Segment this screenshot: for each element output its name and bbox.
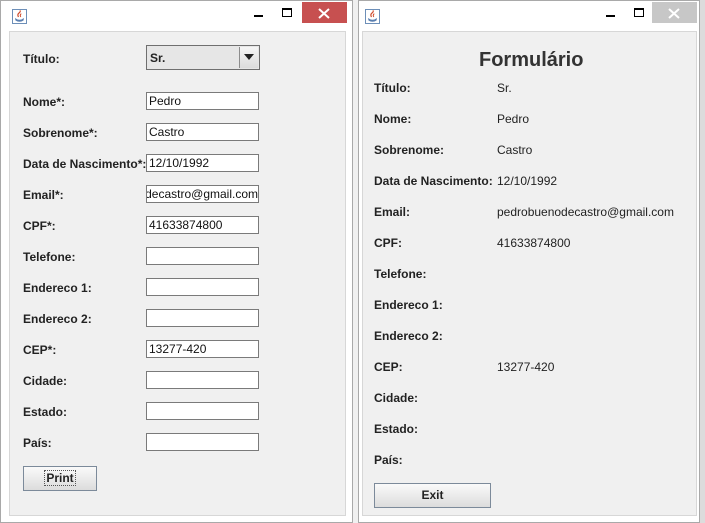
minimize-icon [606, 15, 615, 17]
out-cep-value: 13277-420 [497, 360, 555, 374]
print-button-label: Print [44, 470, 76, 486]
sobrenome-label: Sobrenome*: [23, 126, 98, 140]
out-estado-label: Estado: [374, 422, 419, 436]
out-email-label: Email: [374, 205, 411, 219]
close-icon [668, 8, 680, 19]
print-button[interactable]: Print [23, 466, 97, 491]
page-title: Formulário [479, 49, 584, 71]
out-pais-label: País: [374, 453, 403, 467]
exit-button-label: Exit [421, 488, 444, 502]
input-window-titlebar[interactable] [1, 1, 352, 31]
chevron-down-icon [244, 54, 254, 60]
email-label: Email*: [23, 188, 64, 202]
out-nome-value: Pedro [497, 112, 530, 126]
out-sobrenome-value: Castro [497, 143, 533, 157]
exit-button[interactable]: Exit [374, 483, 491, 508]
close-icon [318, 8, 330, 19]
output-form-window: Formulário Título: Sr. Nome: Pedro Sobre… [358, 0, 700, 523]
close-button[interactable] [652, 2, 697, 23]
out-telefone-label: Telefone: [374, 267, 427, 281]
pais-label: País: [23, 436, 52, 450]
out-cpf-label: CPF: [374, 236, 402, 250]
cidade-input[interactable] [146, 371, 259, 389]
out-endereco-2-label: Endereco 2: [374, 329, 443, 343]
minimize-icon [254, 15, 263, 17]
java-cup-icon [12, 9, 27, 24]
out-sobrenome-label: Sobrenome: [374, 143, 445, 157]
out-email-value: pedrobuenodecastro@gmail.com [497, 205, 674, 219]
out-data-nascimento-value: 12/10/1992 [497, 174, 558, 188]
cpf-label: CPF*: [23, 219, 56, 233]
telefone-input[interactable] [146, 247, 259, 265]
titulo-label: Título: [23, 52, 60, 66]
maximize-icon [634, 8, 644, 17]
pais-input[interactable] [146, 433, 259, 451]
endereco-1-input[interactable] [146, 278, 259, 296]
out-titulo-label: Título: [374, 81, 411, 95]
data-nascimento-input[interactable]: 12/10/1992 [146, 154, 259, 172]
endereco-1-label: Endereco 1: [23, 281, 92, 295]
telefone-label: Telefone: [23, 250, 76, 264]
java-cup-icon [365, 9, 380, 24]
out-cpf-value: 41633874800 [497, 236, 571, 250]
titulo-select-value: Sr. [150, 51, 166, 65]
estado-input[interactable] [146, 402, 259, 420]
dropdown-arrow-button[interactable] [239, 47, 258, 68]
data-nascimento-label: Data de Nascimento*: [23, 157, 147, 171]
out-cep-label: CEP: [374, 360, 403, 374]
endereco-2-label: Endereco 2: [23, 312, 92, 326]
background-window-edge [700, 0, 705, 523]
cep-label: CEP*: [23, 343, 57, 357]
out-endereco-1-label: Endereco 1: [374, 298, 443, 312]
nome-input[interactable]: Pedro [146, 92, 259, 110]
titulo-select[interactable]: Sr. [146, 45, 260, 70]
maximize-icon [282, 8, 292, 17]
cidade-label: Cidade: [23, 374, 68, 388]
estado-label: Estado: [23, 405, 68, 419]
cpf-input[interactable]: 41633874800 [146, 216, 259, 234]
endereco-2-input[interactable] [146, 309, 259, 327]
nome-label: Nome*: [23, 95, 66, 109]
close-button[interactable] [302, 2, 347, 23]
output-window-titlebar[interactable] [359, 1, 699, 31]
email-input-text: pedrobuenodecastro@gmail.com [146, 187, 258, 201]
input-form-window: Título: Sr. Nome*: Pedro Sobrenome*: Cas… [0, 0, 353, 523]
sobrenome-input[interactable]: Castro [146, 123, 259, 141]
out-data-nascimento-label: Data de Nascimento: [374, 174, 493, 188]
out-titulo-value: Sr. [497, 81, 512, 95]
out-cidade-label: Cidade: [374, 391, 419, 405]
email-input[interactable]: pedrobuenodecastro@gmail.com [146, 185, 259, 203]
out-nome-label: Nome: [374, 112, 412, 126]
cep-input[interactable]: 13277-420 [146, 340, 259, 358]
